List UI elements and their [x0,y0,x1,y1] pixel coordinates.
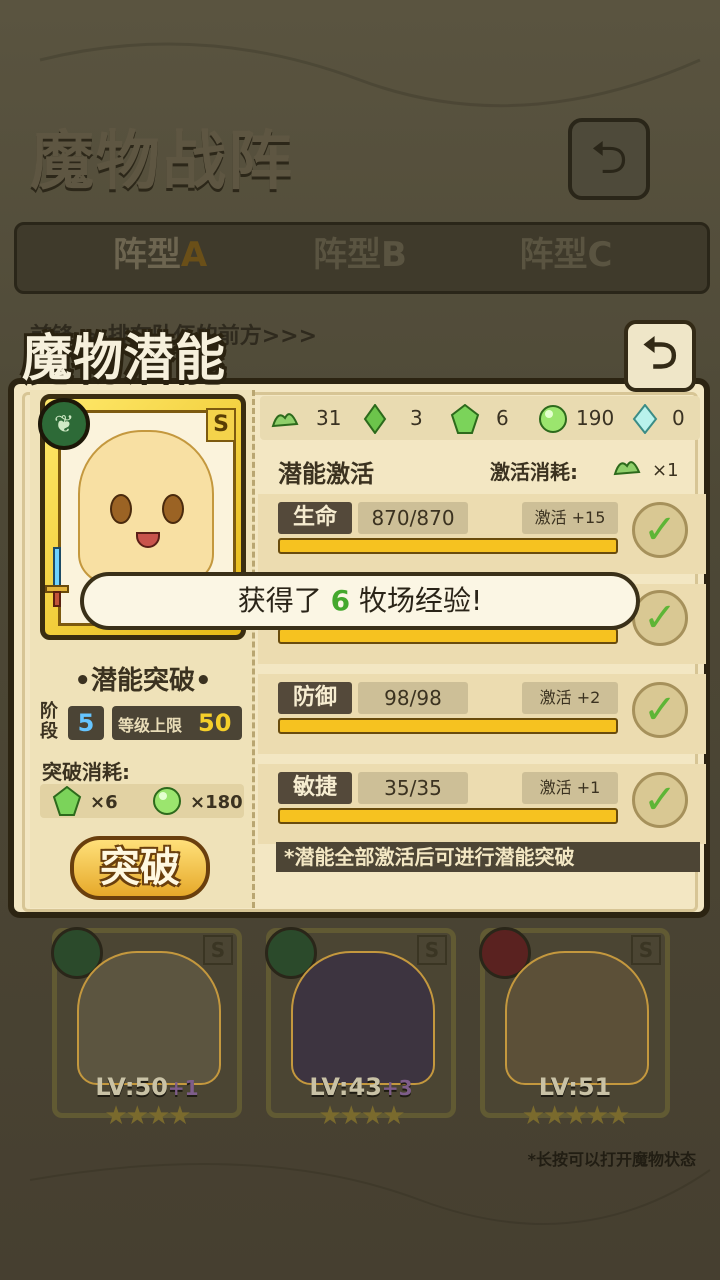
return-arrow-icon[interactable]: ⮌ [568,118,650,200]
blue-crystal-icon [632,404,658,434]
green-crystal-icon [52,786,82,816]
level-cap-value: 50 [198,709,232,737]
monster-slot-1[interactable]: S LV:50+1 ★★★★ [51,927,242,1131]
stat-name: 生命 [278,502,352,534]
monster-slot-3[interactable]: S LV:51 ★★★★★ [479,927,670,1131]
resource-qty: 190 [576,406,615,430]
stat-name: 敏捷 [278,772,352,804]
resource-qty: 3 [410,406,423,430]
cost-qty: ×180 [190,792,243,813]
breakthrough-title: •潜能突破• [74,666,212,696]
activation-title: 潜能激活 [278,460,374,488]
monster-slot-2[interactable]: S LV:43+3 ★★★★ [265,927,456,1131]
activate-button[interactable]: 激活 +2 [522,682,618,714]
leaf-icon: ❦ [38,398,90,450]
checkmark-icon[interactable]: ✓ [632,772,688,828]
level-label: LV:51 [538,1073,612,1101]
stat-value: 870/870 [358,502,468,534]
breakthrough-button[interactable]: 突破 [70,836,210,900]
checkmark-icon[interactable]: ✓ [632,502,688,558]
monster-portrait [291,951,435,1085]
monster-portrait [505,951,649,1085]
activation-cost-label: 激活消耗: [490,460,578,484]
dialog-title: 魔物潜能 [22,329,226,387]
stat-progress-bar [278,808,618,824]
rank-badge: S [417,935,447,965]
long-press-hint: *长按可以打开魔物状态 [527,1150,696,1169]
cost-qty: ×6 [90,792,118,813]
stat-progress-bar [278,538,618,554]
herb-icon [271,413,299,428]
tab-formation-a[interactable]: 阵型A [60,228,260,282]
star-rating: ★★★★ [104,1101,191,1131]
dialog-return-arrow-icon[interactable]: ⮌ [624,320,696,392]
level-label: LV:50+1 [95,1073,199,1101]
rank-badge: S [206,408,236,442]
green-crystal-icon [450,404,480,434]
monster-portrait [77,951,221,1085]
herb-icon [613,461,641,476]
level-cap-label: 等级上限 [118,716,183,735]
sword-icon [45,547,69,607]
breakthrough-note: *潜能全部激活后可进行潜能突破 [276,842,700,872]
resource-qty: 0 [672,406,685,430]
activate-button[interactable]: 激活 +1 [522,772,618,804]
green-shard-icon [363,404,387,434]
rank-badge: S [631,935,661,965]
green-orb-icon [539,405,567,433]
stat-name: 防御 [278,682,352,714]
rank-badge: S [203,935,233,965]
level-label: LV:43+3 [309,1073,413,1101]
activate-button[interactable]: 激活 +15 [522,502,618,534]
activation-cost-qty: ×1 [652,460,679,481]
monster-portrait [78,430,214,584]
reward-toast: 获得了 6 牧场经验! [80,572,640,630]
resource-qty: 6 [496,406,509,430]
stat-progress-bar [278,718,618,734]
checkmark-icon[interactable]: ✓ [632,682,688,738]
stage-label: 阶段 [40,701,58,742]
star-rating: ★★★★★ [521,1101,631,1131]
stat-value: 98/98 [358,682,468,714]
tab-formation-b[interactable]: 阵型B [260,228,460,282]
stat-progress-bar [278,628,618,644]
page-title: 魔物战阵 [30,125,294,199]
resource-qty: 31 [316,406,342,430]
stat-value: 35/35 [358,772,468,804]
green-orb-icon [153,787,181,815]
breakthrough-cost-label: 突破消耗: [42,760,130,784]
tab-formation-c[interactable]: 阵型C [466,228,666,282]
star-rating: ★★★★ [318,1101,405,1131]
checkmark-icon[interactable]: ✓ [632,590,688,646]
stage-value: 5 [68,706,104,740]
